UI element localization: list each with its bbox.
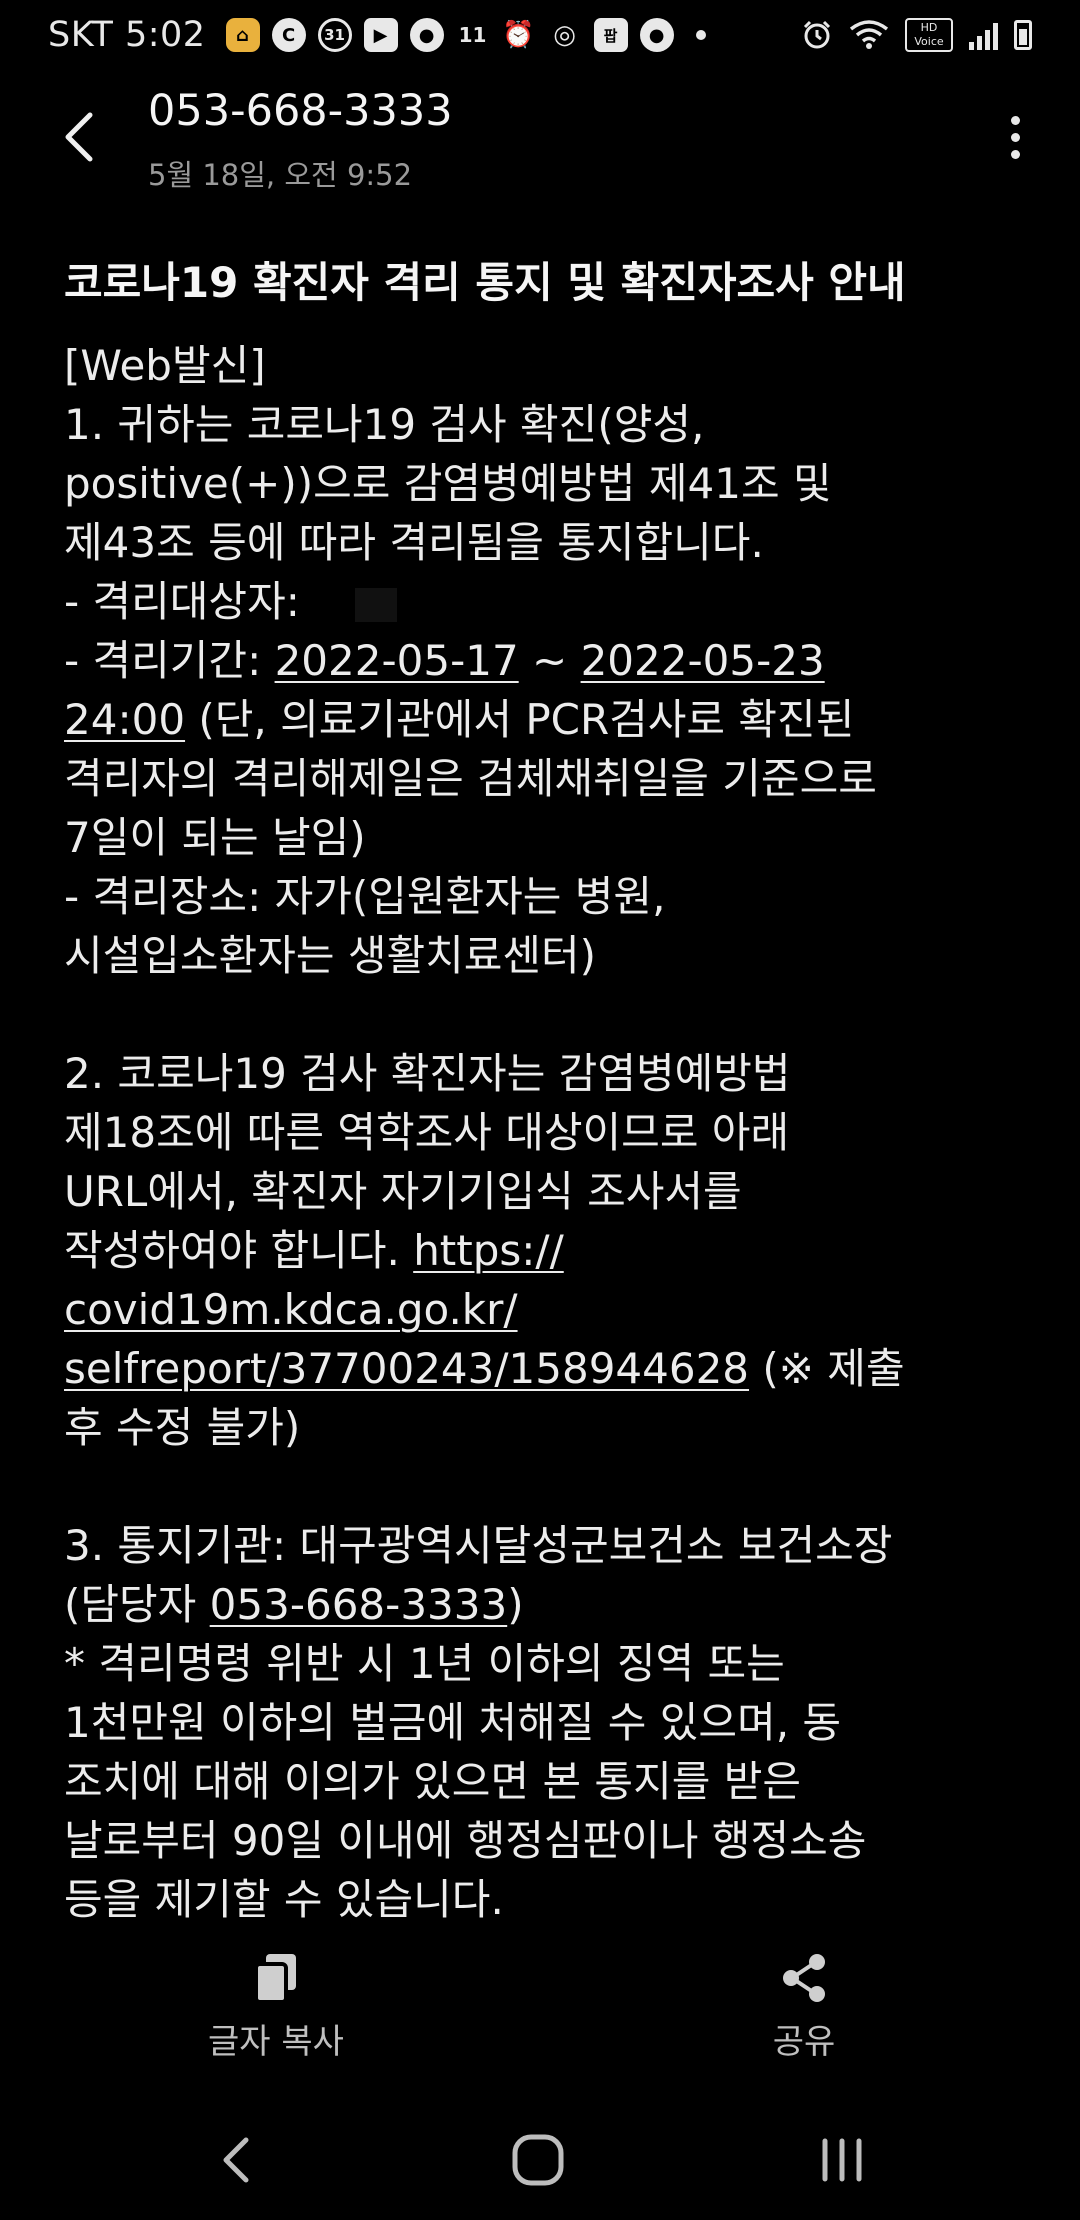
instagram-icon: ◎	[553, 20, 576, 50]
battery-icon	[1014, 20, 1032, 50]
body-line: 7일이 되는 날임)	[64, 813, 366, 862]
eleventh-street-icon: 11	[458, 23, 487, 47]
c-app-icon: C	[271, 18, 306, 52]
body-line: positive(+))으로 감염병예방법 제41조 및	[64, 459, 832, 508]
more-dot-icon	[1010, 115, 1020, 125]
body-line: (담당자 053-668-3333)	[64, 1575, 1024, 1634]
isolation-period-line: 24:00 (단, 의료기관에서 PCR검사로 확진된	[64, 690, 1024, 749]
share-button[interactable]: 공유	[674, 1950, 934, 2070]
body-text: (담당자	[64, 1580, 210, 1629]
body-line: 3. 통지기관: 대구광역시달성군보건소 보건소장	[64, 1521, 893, 1570]
more-notifications-dot	[695, 30, 706, 40]
youtube-icon: ▶	[363, 18, 398, 52]
status-bar: SKT 5:02 ⌂ C 31 ▶ ● 11 ⏰ ◎ 팝 ● HD Voice	[0, 0, 1080, 70]
alarm-icon: ⏰	[502, 20, 535, 50]
app-badge-icon: 팝	[593, 18, 628, 52]
nav-home-icon	[512, 2134, 564, 2186]
isolation-period-line: - 격리기간: 2022-05-17 ~ 2022-05-23	[64, 631, 1024, 690]
share-icon	[783, 1954, 825, 2002]
alarm-status-icon	[803, 20, 831, 49]
nav-recents-button[interactable]	[792, 2120, 892, 2200]
body-line: 등을 제기할 수 있습니다.	[64, 1875, 504, 1924]
body-line: 1천만원 이하의 벌금에 처해질 수 있으며, 동	[64, 1698, 842, 1747]
body-line: 작성하여야 합니다. https://	[64, 1221, 1024, 1280]
web-tag-line: [Web발신]	[64, 341, 266, 390]
body-line: 후 수정 불가)	[64, 1403, 301, 1452]
isolation-target-line: - 격리대상자:	[64, 572, 1024, 631]
nav-back-icon	[223, 2137, 249, 2183]
body-line: 제18조에 따른 역학조사 대상이므로 아래	[64, 1108, 790, 1157]
body-line: 1. 귀하는 코로나19 검사 확진(양성,	[64, 400, 705, 449]
body-line: * 격리명령 위반 시 1년 이하의 징역 또는	[64, 1639, 785, 1688]
signal-strength-icon	[969, 20, 998, 50]
body-line: 제43조 등에 따라 격리됨을 통지합니다.	[64, 518, 764, 567]
hd-voice-badge: HD Voice	[905, 18, 953, 52]
calendar-31-icon: 31	[317, 18, 352, 52]
wifi-icon	[849, 20, 889, 49]
chevron-left-icon	[65, 112, 93, 162]
message-title: 코로나19 확진자 격리 통지 및 확진자조사 안내	[64, 258, 906, 307]
more-dot-icon	[1010, 132, 1020, 142]
more-options-button[interactable]	[990, 102, 1040, 172]
body-line: 격리자의 격리해제일은 검체채취일을 기준으로	[64, 754, 877, 803]
share-label: 공유	[772, 2022, 836, 2062]
copy-text-label: 글자 복사	[208, 2022, 344, 2062]
date-link-start[interactable]: 2022-05-17	[275, 636, 519, 685]
isolation-target-label: - 격리대상자:	[64, 577, 314, 626]
carrier-time: SKT 5:02	[48, 15, 206, 55]
sender-number: 053-668-3333	[148, 86, 453, 136]
message-header: 053-668-3333 5월 18일, 오전 9:52	[0, 80, 1080, 200]
body-line: - 격리장소: 자가(입원환자는 병원,	[64, 872, 666, 921]
body-line: 2. 코로나19 검사 확진자는 감염병예방법	[64, 1049, 791, 1098]
message-bubble-icon: ●	[639, 18, 674, 52]
body-line: 날로부터 90일 이내에 행정심판이나 행정소송	[64, 1816, 867, 1865]
body-line: 시설입소환자는 생활치료센터)	[64, 931, 597, 980]
url-note: (※ 제출	[749, 1344, 905, 1393]
nav-back-button[interactable]	[186, 2120, 286, 2200]
redacted-name	[313, 587, 454, 622]
message-body: [Web발신] 1. 귀하는 코로나19 검사 확진(양성, positive(…	[64, 336, 1024, 1929]
body-text: 작성하여야 합니다.	[64, 1226, 414, 1275]
survey-url-link[interactable]: https://	[413, 1226, 564, 1275]
body-line: URL에서, 확진자 자기기입식 조사서를	[64, 1167, 742, 1216]
isolation-period-label: - 격리기간:	[64, 636, 275, 685]
bottom-actions: 글자 복사 공유	[0, 1950, 1080, 2070]
copy-text-button[interactable]: 글자 복사	[146, 1950, 406, 2070]
chat-bubble-icon: ●	[409, 18, 444, 52]
more-dot-icon	[1010, 149, 1020, 159]
message-timestamp: 5월 18일, 오전 9:52	[148, 158, 413, 192]
period-note: (단, 의료기관에서 PCR검사로 확진된	[185, 695, 855, 744]
copy-icon	[254, 1954, 296, 2004]
body-text: )	[507, 1580, 524, 1629]
period-separator: ~	[518, 636, 581, 685]
nav-recents-icon	[822, 2138, 862, 2182]
system-navigation-bar	[0, 2100, 1080, 2220]
body-line: 조치에 대해 이의가 있으면 본 통지를 받은	[64, 1757, 801, 1806]
time-link-end[interactable]: 24:00	[64, 695, 185, 744]
survey-url-link[interactable]: covid19m.kdca.go.kr/	[64, 1285, 518, 1334]
body-line: covid19m.kdca.go.kr/	[64, 1280, 1024, 1339]
date-link-end[interactable]: 2022-05-23	[581, 636, 825, 685]
body-line: selfreport/37700243/158944628 (※ 제출	[64, 1339, 1024, 1398]
message-content[interactable]: 코로나19 확진자 격리 통지 및 확진자조사 안내 [Web발신] 1. 귀하…	[64, 250, 1024, 1930]
survey-url-link[interactable]: selfreport/37700243/158944628	[64, 1344, 749, 1393]
nav-home-button[interactable]	[488, 2120, 588, 2200]
back-button[interactable]	[48, 102, 108, 172]
phone-link[interactable]: 053-668-3333	[210, 1580, 508, 1629]
home-app-icon: ⌂	[225, 18, 260, 52]
